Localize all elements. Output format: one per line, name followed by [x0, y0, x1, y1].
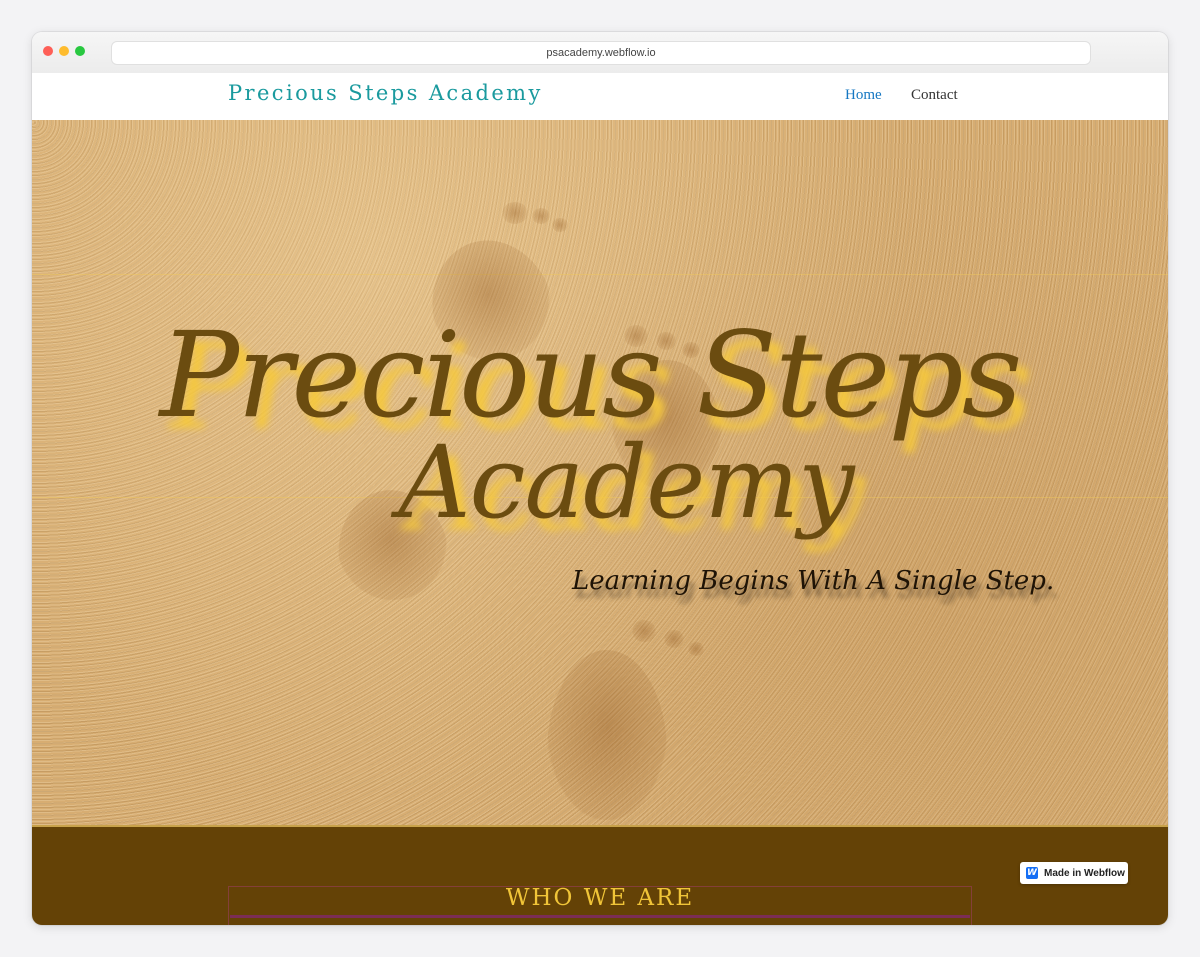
who-we-are-section: WHO WE ARE	[32, 825, 1168, 925]
divider-line	[32, 274, 1168, 275]
hero-title-line-2: Academy	[398, 424, 854, 541]
brand-link[interactable]: Precious Steps Academy	[228, 81, 543, 105]
toe-print-image	[502, 202, 528, 224]
webflow-logo-icon: W	[1026, 867, 1038, 879]
nav-link-home[interactable]: Home	[845, 87, 882, 104]
maximize-window-button[interactable]	[75, 46, 85, 56]
browser-toolbar: psacademy.webflow.io	[32, 32, 1168, 74]
footprint-image	[547, 650, 667, 820]
badge-label: Made in Webflow	[1044, 867, 1125, 879]
toe-print-image	[632, 620, 656, 642]
toe-print-image	[664, 630, 684, 648]
close-window-button[interactable]	[43, 46, 53, 56]
who-we-are-heading: WHO WE ARE	[505, 885, 695, 911]
toe-print-image	[552, 218, 568, 232]
hero-section: Precious Steps Academy Learning Begins W…	[32, 120, 1168, 825]
toe-print-image	[688, 642, 704, 656]
made-in-webflow-badge[interactable]: W Made in Webflow	[1020, 862, 1128, 884]
hero-tagline: Learning Begins With A Single Step.	[572, 566, 1055, 596]
nav-link-contact[interactable]: Contact	[911, 87, 958, 104]
minimize-window-button[interactable]	[59, 46, 69, 56]
heading-underline	[230, 915, 970, 918]
address-bar[interactable]: psacademy.webflow.io	[111, 41, 1091, 65]
site-navbar: Precious Steps Academy Home Contact	[32, 73, 1168, 120]
toe-print-image	[532, 208, 550, 224]
browser-window: psacademy.webflow.io Precious Steps Acad…	[32, 32, 1168, 925]
